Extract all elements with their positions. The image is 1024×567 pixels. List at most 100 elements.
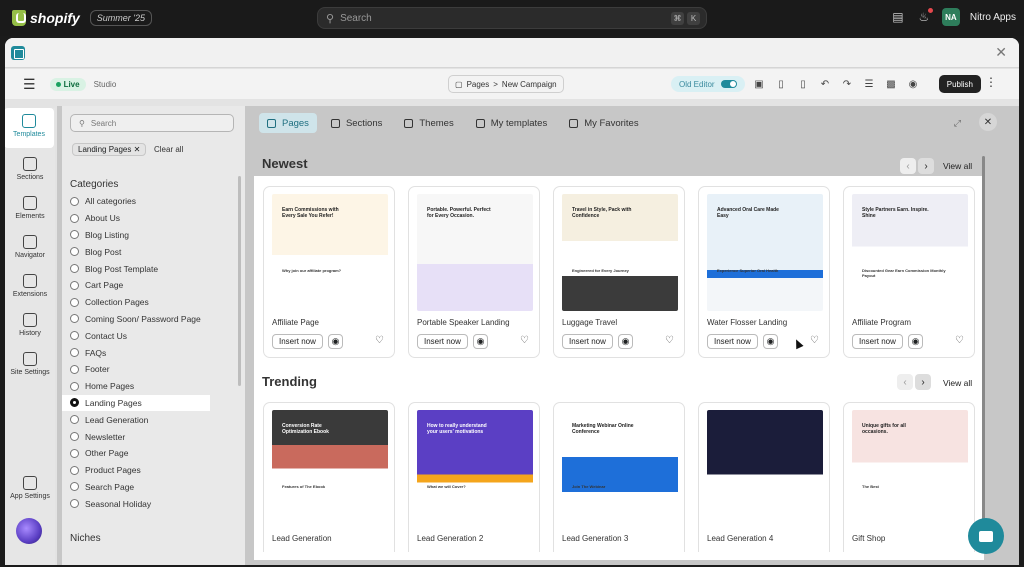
rail-extensions[interactable]: Extensions xyxy=(5,274,55,298)
mobile-icon[interactable]: ▯ xyxy=(794,75,812,93)
radio-button[interactable] xyxy=(70,230,79,240)
radio-button[interactable] xyxy=(70,314,79,324)
tab-sections[interactable]: Sections xyxy=(323,113,390,133)
chevron-left-icon[interactable]: ‹ xyxy=(897,374,913,390)
category-item[interactable]: FAQs xyxy=(62,344,245,361)
chevron-right-icon[interactable]: › xyxy=(915,374,931,390)
category-item[interactable]: Search Page xyxy=(62,479,245,496)
desktop-icon[interactable]: ▣ xyxy=(750,75,768,93)
bell-icon[interactable]: ♨ xyxy=(916,7,934,25)
category-item[interactable]: Footer xyxy=(62,361,245,378)
radio-button[interactable] xyxy=(70,247,79,257)
template-thumbnail[interactable]: Marketing Webinar Online Conference Join … xyxy=(562,410,678,527)
chevron-right-icon[interactable]: › xyxy=(918,158,934,174)
category-item[interactable]: Coming Soon/ Password Page xyxy=(62,311,245,328)
insert-now-button[interactable]: Insert now xyxy=(707,334,758,349)
template-thumbnail[interactable]: Advanced Oral Care Made Easy Experience S… xyxy=(707,194,823,311)
preview-eye-icon[interactable]: ◉ xyxy=(904,75,922,93)
old-editor-toggle[interactable]: Old Editor xyxy=(671,76,745,92)
rail-navigator[interactable]: Navigator xyxy=(5,235,55,259)
radio-button[interactable] xyxy=(70,348,79,358)
close-icon[interactable]: ✕ xyxy=(134,145,141,154)
insert-now-button[interactable]: Insert now xyxy=(852,334,903,349)
tab-themes[interactable]: Themes xyxy=(396,113,461,133)
category-item[interactable]: Product Pages xyxy=(62,462,245,479)
more-icon[interactable]: ⋮ xyxy=(985,75,997,89)
category-item[interactable]: Landing Pages xyxy=(62,394,210,412)
heart-icon[interactable]: ♡ xyxy=(955,335,964,346)
preview-eye-icon[interactable]: ◉ xyxy=(763,334,778,349)
settings-sliders-icon[interactable]: ☰ xyxy=(860,75,878,93)
insert-now-button[interactable]: Insert now xyxy=(272,334,323,349)
category-item[interactable]: All categories xyxy=(62,193,245,210)
rail-app-settings[interactable]: App Settings xyxy=(5,476,55,500)
preview-eye-icon[interactable]: ◉ xyxy=(618,334,633,349)
template-card[interactable]: Unique gifts for all occasions. The Best G… xyxy=(843,402,975,552)
template-card[interactable]: Portable. Powerful. Perfect for Every Oc… xyxy=(408,186,540,358)
heart-icon[interactable]: ♡ xyxy=(810,335,819,346)
tab-pages[interactable]: Pages xyxy=(259,113,317,133)
rail-history[interactable]: History xyxy=(5,313,55,337)
undo-icon[interactable]: ↶ xyxy=(816,75,834,93)
clear-all-link[interactable]: Clear all xyxy=(154,145,183,154)
template-card[interactable]: How to really understand your users' mot… xyxy=(408,402,540,552)
radio-button[interactable] xyxy=(70,213,79,223)
tab-my-favorites[interactable]: My Favorites xyxy=(561,113,646,133)
scrollbar[interactable] xyxy=(982,156,985,536)
radio-button[interactable] xyxy=(70,364,79,374)
global-search-input[interactable]: ⚲ Search ⌘ K xyxy=(317,7,707,29)
shopify-logo[interactable]: shopify Summer '25 xyxy=(12,10,153,26)
category-item[interactable]: Other Page xyxy=(62,445,245,462)
heart-icon[interactable]: ♡ xyxy=(375,335,384,346)
insert-now-button[interactable]: Insert now xyxy=(417,334,468,349)
tab-my-templates[interactable]: My templates xyxy=(468,113,556,133)
category-item[interactable]: Blog Post xyxy=(62,243,245,260)
user-avatar[interactable] xyxy=(16,518,42,544)
template-card[interactable]: Earn Commissions with Every Sale You Ref… xyxy=(263,186,395,358)
template-thumbnail[interactable]: Unique gifts for all occasions. The Best xyxy=(852,410,968,527)
category-item[interactable]: Home Pages xyxy=(62,378,245,395)
radio-button[interactable] xyxy=(70,465,79,475)
template-search-input[interactable]: ⚲ Search xyxy=(70,114,234,132)
rail-sections[interactable]: Sections xyxy=(5,157,55,181)
radio-button[interactable] xyxy=(70,398,79,408)
chevron-left-icon[interactable]: ‹ xyxy=(900,158,916,174)
rail-templates[interactable]: Templates xyxy=(5,108,54,148)
template-thumbnail[interactable]: Travel in Style, Pack with Confidence Eng… xyxy=(562,194,678,311)
radio-button[interactable] xyxy=(70,482,79,492)
chat-button[interactable] xyxy=(968,518,1004,554)
radio-button[interactable] xyxy=(70,448,79,458)
store-avatar[interactable]: NA xyxy=(941,8,960,26)
preview-eye-icon[interactable]: ◉ xyxy=(908,334,923,349)
radio-button[interactable] xyxy=(70,415,79,425)
template-card[interactable]: Marketing Webinar Online Conference Join … xyxy=(553,402,685,552)
radio-button[interactable] xyxy=(70,280,79,290)
radio-button[interactable] xyxy=(70,264,79,274)
template-thumbnail[interactable]: Portable. Powerful. Perfect for Every Oc… xyxy=(417,194,533,311)
radio-button[interactable] xyxy=(70,499,79,509)
category-item[interactable]: Blog Listing xyxy=(62,227,245,244)
close-modal-button[interactable]: ✕ xyxy=(979,113,997,131)
tablet-icon[interactable]: ▯ xyxy=(772,75,790,93)
scrollbar[interactable] xyxy=(238,176,241,386)
template-card[interactable]: Travel in Style, Pack with Confidence Eng… xyxy=(553,186,685,358)
template-thumbnail[interactable] xyxy=(707,410,823,527)
heart-icon[interactable]: ♡ xyxy=(665,335,674,346)
publish-button[interactable]: Publish xyxy=(938,75,981,93)
category-item[interactable]: About Us xyxy=(62,210,245,227)
redo-icon[interactable]: ↷ xyxy=(838,75,856,93)
preview-eye-icon[interactable]: ◉ xyxy=(328,334,343,349)
category-item[interactable]: Seasonal Holiday xyxy=(62,495,245,512)
template-card[interactable]: Advanced Oral Care Made Easy Experience S… xyxy=(698,186,830,358)
filter-chip[interactable]: Landing Pages ✕ xyxy=(72,143,147,156)
insert-now-button[interactable]: Insert now xyxy=(562,334,613,349)
category-item[interactable]: Collection Pages xyxy=(62,294,245,311)
inbox-icon[interactable]: ▤ xyxy=(890,9,906,25)
category-item[interactable]: Newsletter xyxy=(62,428,245,445)
trending-view-all-link[interactable]: View all xyxy=(943,378,972,388)
template-card[interactable]: Lead Generation 4 xyxy=(698,402,830,552)
template-thumbnail[interactable]: Earn Commissions with Every Sale You Ref… xyxy=(272,194,388,311)
template-thumbnail[interactable]: Style Partners Earn. Inspire. Shine Disco… xyxy=(852,194,968,311)
store-name[interactable]: Nitro Apps xyxy=(970,12,1016,23)
radio-button[interactable] xyxy=(70,381,79,391)
